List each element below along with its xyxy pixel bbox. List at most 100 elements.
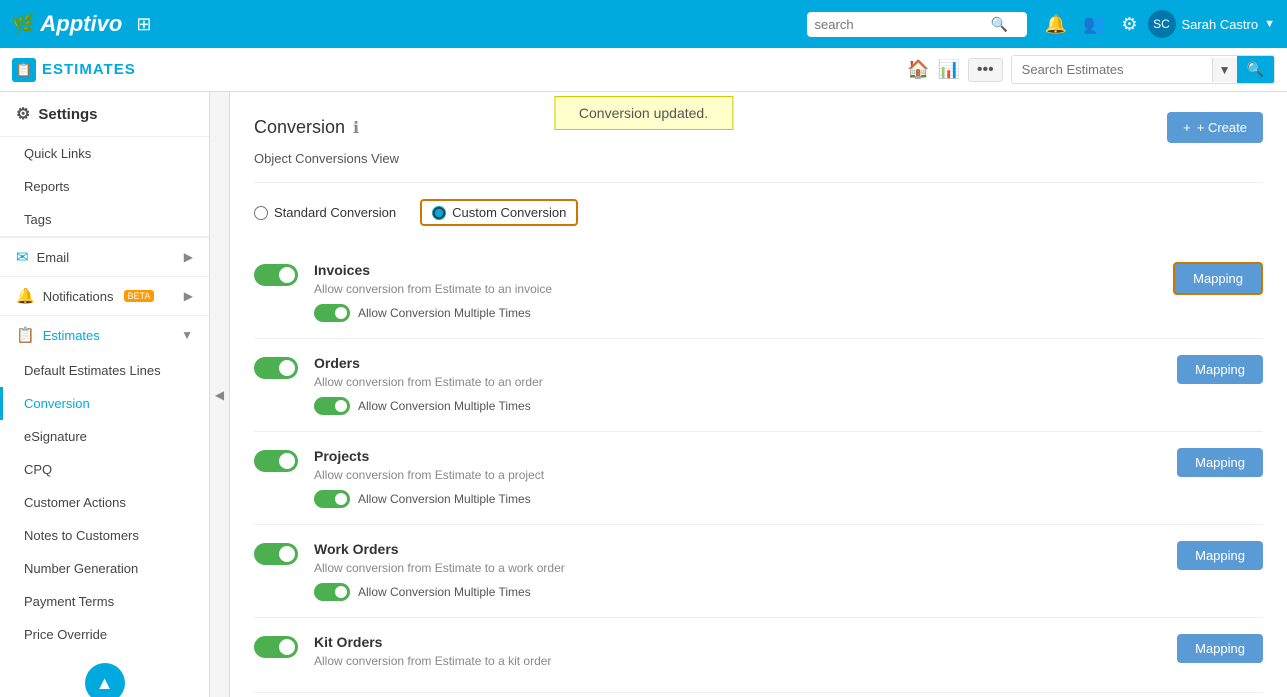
module-title: ESTIMATES [42,61,136,78]
invoices-toggle-container [254,264,298,289]
collapse-icon: ◀ [215,388,224,402]
projects-allow-multiple-toggle[interactable] [314,490,350,508]
invoices-mapping-button[interactable]: Mapping [1173,262,1263,295]
app-name: Apptivo [40,11,122,37]
kit-orders-info: Kit Orders Allow conversion from Estimat… [314,634,1161,668]
sidebar-item-cpq[interactable]: CPQ [0,453,209,486]
orders-allow-multiple-toggle[interactable] [314,397,350,415]
conversion-item-projects: Projects Allow conversion from Estimate … [254,432,1263,525]
estimates-nav-icon: 📋 [16,326,35,344]
info-icon[interactable]: ℹ [353,118,359,138]
orders-info: Orders Allow conversion from Estimate to… [314,355,1161,389]
kit-orders-toggle[interactable] [254,636,298,658]
work-orders-allow-multiple-toggle[interactable] [314,583,350,601]
sidebar-item-notes-to-customers[interactable]: Notes to Customers [0,519,209,552]
conversion-item-orders: Orders Allow conversion from Estimate to… [254,339,1263,432]
kit-orders-mapping-button[interactable]: Mapping [1177,634,1263,663]
invoices-description: Allow conversion from Estimate to an inv… [314,282,1157,296]
sidebar-item-price-override[interactable]: Price Override [0,618,209,651]
work-orders-description: Allow conversion from Estimate to a work… [314,561,1161,575]
search-go-button[interactable]: 🔍 [1237,56,1274,83]
user-chevron-icon: ▼ [1264,18,1275,30]
sidebar-item-quicklinks[interactable]: Quick Links [0,137,209,170]
global-search-input[interactable] [815,17,985,32]
projects-allow-multiple-row: Allow Conversion Multiple Times [314,490,1263,508]
sidebar-item-estimates[interactable]: 📋 Estimates ▼ [0,315,209,354]
custom-conversion-option[interactable]: Custom Conversion [432,205,566,220]
bell-icon[interactable]: 🔔 [1045,14,1067,35]
projects-toggle-container [254,450,298,475]
sidebar-item-payment-terms[interactable]: Payment Terms [0,585,209,618]
sidebar-item-default-estimates-lines[interactable]: Default Estimates Lines [0,354,209,387]
email-chevron-icon: ▶ [184,250,193,264]
conversion-item-invoices: Invoices Allow conversion from Estimate … [254,246,1263,339]
sidebar-item-email[interactable]: ✉ Email ▶ [0,237,209,276]
grid-icon[interactable]: ⊞ [136,14,151,35]
main-layout: ⚙ Settings Quick Links Reports Tags ✉ Em… [0,92,1287,697]
main-content: Conversion ℹ + + Create Object Conversio… [230,92,1287,697]
conversion-type-row: Standard Conversion Custom Conversion [254,199,1263,226]
standard-conversion-radio[interactable] [254,206,268,220]
sidebar-header: ⚙ Settings [0,92,209,136]
settings-icon[interactable]: ⚙ [1121,14,1137,35]
work-orders-mapping-button[interactable]: Mapping [1177,541,1263,570]
create-plus-icon: + [1183,120,1191,135]
global-search-box[interactable]: 🔍 [807,12,1027,37]
invoices-title: Invoices [314,262,1157,278]
orders-mapping-button[interactable]: Mapping [1177,355,1263,384]
toast-notification: Conversion updated. [554,96,733,130]
sidebar-item-notifications[interactable]: 🔔 Notifications BETA ▶ [0,276,209,315]
logo-leaf-icon: 🌿 [12,14,34,35]
sidebar-notifications-label: Notifications [43,289,114,304]
work-orders-header: Work Orders Allow conversion from Estima… [254,541,1263,575]
standard-conversion-label: Standard Conversion [274,205,396,220]
navbar: 🌿 Apptivo ⊞ 🔍 🔔 👥 ⚙ SC Sarah Castro ▼ [0,0,1287,48]
sidebar-collapse-handle[interactable]: ◀ [210,92,230,697]
kit-orders-title: Kit Orders [314,634,1161,650]
notifications-chevron-icon: ▶ [184,289,193,303]
page-header: Conversion ℹ + + Create [254,112,1263,143]
custom-conversion-radio[interactable] [432,206,446,220]
estimates-chevron-icon: ▼ [181,328,193,342]
scroll-top-button[interactable]: ▲ [85,663,125,697]
work-orders-toggle-container [254,543,298,568]
custom-conversion-wrapper: Custom Conversion [420,199,578,226]
invoices-allow-multiple-toggle[interactable] [314,304,350,322]
sidebar-item-customer-actions[interactable]: Customer Actions [0,486,209,519]
sidebar-email-label: Email [37,250,70,265]
sidebar-estimates-label: Estimates [43,328,100,343]
module-search-input[interactable] [1012,57,1212,82]
more-options-button[interactable]: ••• [968,58,1003,82]
orders-allow-multiple-label: Allow Conversion Multiple Times [358,399,531,413]
sidebar-item-number-generation[interactable]: Number Generation [0,552,209,585]
avatar: SC [1148,10,1176,38]
projects-mapping-button[interactable]: Mapping [1177,448,1263,477]
sidebar-item-tags[interactable]: Tags [0,203,209,236]
sidebar-item-reports[interactable]: Reports [0,170,209,203]
invoices-allow-multiple-label: Allow Conversion Multiple Times [358,306,531,320]
sidebar-item-esignature[interactable]: eSignature [0,420,209,453]
invoices-info: Invoices Allow conversion from Estimate … [314,262,1157,296]
contacts-icon[interactable]: 👥 [1083,14,1105,35]
page-title: Conversion ℹ [254,117,359,138]
home-icon[interactable]: 🏠 [907,59,929,80]
work-orders-toggle[interactable] [254,543,298,565]
projects-toggle[interactable] [254,450,298,472]
chart-icon[interactable]: 📊 [937,59,959,80]
create-button[interactable]: + + Create [1167,112,1263,143]
kit-orders-description: Allow conversion from Estimate to a kit … [314,654,1161,668]
orders-description: Allow conversion from Estimate to an ord… [314,375,1161,389]
search-dropdown-icon[interactable]: ▼ [1212,58,1237,82]
module-search-box: ▼ 🔍 [1011,55,1275,84]
conversion-item-work-orders: Work Orders Allow conversion from Estima… [254,525,1263,618]
work-orders-title: Work Orders [314,541,1161,557]
sidebar: ⚙ Settings Quick Links Reports Tags ✉ Em… [0,92,210,697]
beta-badge: BETA [124,290,155,302]
standard-conversion-option[interactable]: Standard Conversion [254,205,396,220]
custom-conversion-label: Custom Conversion [452,205,566,220]
user-menu[interactable]: SC Sarah Castro ▼ [1148,10,1275,38]
invoices-toggle[interactable] [254,264,298,286]
app-logo[interactable]: 🌿 Apptivo [12,11,122,37]
sidebar-item-conversion[interactable]: Conversion [0,387,209,420]
orders-toggle[interactable] [254,357,298,379]
